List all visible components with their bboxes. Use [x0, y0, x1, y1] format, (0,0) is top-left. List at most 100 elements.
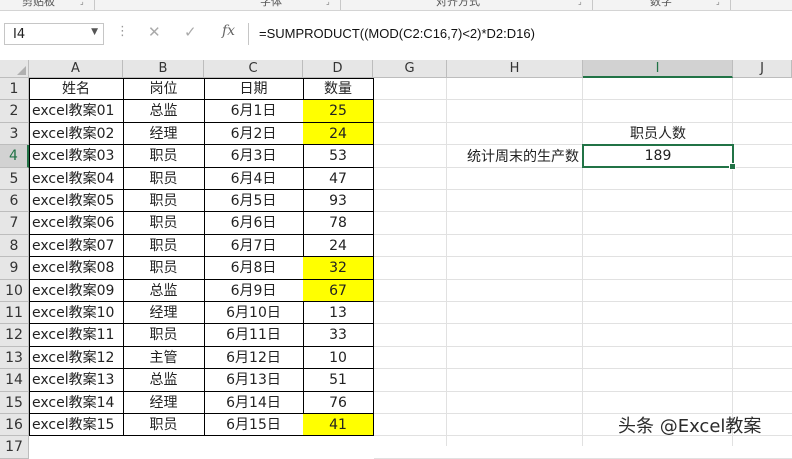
table-cell-qty[interactable]: 32 — [303, 257, 374, 280]
column-header-i[interactable]: I — [583, 60, 733, 78]
row-header-4[interactable]: 4 — [0, 145, 29, 168]
row-header-9[interactable]: 9 — [0, 257, 29, 280]
table-cell-name[interactable]: excel教案08 — [29, 257, 124, 280]
name-box[interactable]: I4 ▼ — [4, 23, 104, 45]
table-cell-qty[interactable]: 33 — [303, 324, 374, 347]
table-cell-post[interactable]: 职员 — [123, 257, 205, 280]
table-cell-post[interactable]: 总监 — [123, 369, 205, 392]
table-cell-qty[interactable]: 53 — [303, 145, 374, 168]
table-cell-qty[interactable]: 13 — [303, 302, 374, 324]
table-header-cell[interactable]: 岗位 — [123, 78, 205, 100]
formula-input[interactable]: =SUMPRODUCT((MOD(C2:C16,7)<2)*D2:D16) — [248, 23, 792, 45]
table-cell-name[interactable]: excel教案14 — [29, 392, 124, 414]
insert-function-icon[interactable]: fx — [222, 23, 235, 39]
table-cell-date[interactable]: 6月13日 — [204, 369, 304, 392]
table-cell-post[interactable]: 职员 — [123, 168, 205, 190]
table-header-cell[interactable]: 数量 — [303, 78, 374, 100]
table-cell-date[interactable]: 6月2日 — [204, 123, 304, 145]
table-cell-date[interactable]: 6月12日 — [204, 347, 304, 369]
table-cell-name[interactable]: excel教案04 — [29, 168, 124, 190]
table-cell-date[interactable]: 6月15日 — [204, 414, 304, 436]
row-header-8[interactable]: 8 — [0, 235, 29, 257]
row-header-13[interactable]: 13 — [0, 347, 29, 369]
select-all-button[interactable] — [0, 60, 29, 78]
table-cell-post[interactable]: 总监 — [123, 100, 205, 123]
row-header-11[interactable]: 11 — [0, 302, 29, 324]
column-header-d[interactable]: D — [303, 60, 373, 78]
table-cell-post[interactable]: 总监 — [123, 280, 205, 302]
ribbon-group-clipboard[interactable]: 剪贴板 — [22, 0, 55, 9]
table-cell-date[interactable]: 6月6日 — [204, 212, 304, 235]
table-cell-qty[interactable]: 10 — [303, 347, 374, 369]
table-cell-post[interactable]: 职员 — [123, 235, 205, 257]
dialog-launcher-icon[interactable]: ⌟ — [326, 0, 330, 6]
table-header-cell[interactable]: 姓名 — [29, 78, 124, 100]
dialog-launcher-icon[interactable]: ⌟ — [80, 0, 84, 6]
table-cell-post[interactable]: 职员 — [123, 190, 205, 212]
column-header-c[interactable]: C — [204, 60, 303, 78]
ribbon-group-number[interactable]: 数字 — [650, 0, 672, 9]
cell-h4-label[interactable]: 统计周末的生产数 — [447, 146, 583, 168]
ribbon-group-alignment[interactable]: 对齐方式 — [436, 0, 480, 9]
chevron-down-icon[interactable]: ▼ — [91, 27, 98, 37]
table-cell-name[interactable]: excel教案09 — [29, 280, 124, 302]
table-cell-qty[interactable]: 51 — [303, 369, 374, 392]
table-cell-qty[interactable]: 47 — [303, 168, 374, 190]
table-cell-date[interactable]: 6月14日 — [204, 392, 304, 414]
table-cell-post[interactable]: 经理 — [123, 392, 205, 414]
worksheet-grid[interactable]: A B C D G H I J 1 2 3 4 5 6 7 8 9 10 11 12 13 14 15 16 1… — [0, 60, 792, 459]
cancel-icon[interactable]: ✕ — [148, 23, 161, 41]
table-cell-date[interactable]: 6月10日 — [204, 302, 304, 324]
table-cell-name[interactable]: excel教案05 — [29, 190, 124, 212]
table-cell-date[interactable]: 6月8日 — [204, 257, 304, 280]
row-header-14[interactable]: 14 — [0, 369, 29, 392]
column-header-a[interactable]: A — [29, 60, 123, 78]
enter-check-icon[interactable]: ✓ — [184, 23, 197, 41]
row-header-12[interactable]: 12 — [0, 324, 29, 347]
table-cell-qty[interactable]: 78 — [303, 212, 374, 235]
row-header-17[interactable]: 17 — [0, 436, 29, 459]
table-header-cell[interactable]: 日期 — [204, 78, 304, 100]
table-cell-date[interactable]: 6月3日 — [204, 145, 304, 168]
column-header-h[interactable]: H — [447, 60, 583, 78]
table-cell-name[interactable]: excel教案02 — [29, 123, 124, 145]
table-cell-qty[interactable]: 25 — [303, 100, 374, 123]
table-cell-name[interactable]: excel教案03 — [29, 145, 124, 168]
dialog-launcher-icon[interactable]: ⌟ — [716, 0, 720, 6]
table-cell-name[interactable]: excel教案06 — [29, 212, 124, 235]
table-cell-date[interactable]: 6月4日 — [204, 168, 304, 190]
table-cell-post[interactable]: 主管 — [123, 347, 205, 369]
table-cell-date[interactable]: 6月5日 — [204, 190, 304, 212]
row-header-5[interactable]: 5 — [0, 168, 29, 190]
table-cell-post[interactable]: 职员 — [123, 324, 205, 347]
table-cell-post[interactable]: 职员 — [123, 212, 205, 235]
dialog-launcher-icon[interactable]: ⌟ — [578, 0, 582, 6]
table-cell-qty[interactable]: 24 — [303, 235, 374, 257]
table-cell-qty[interactable]: 76 — [303, 392, 374, 414]
table-cell-date[interactable]: 6月7日 — [204, 235, 304, 257]
table-cell-date[interactable]: 6月1日 — [204, 100, 304, 123]
table-cell-name[interactable]: excel教案15 — [29, 414, 124, 436]
row-header-16[interactable]: 16 — [0, 414, 29, 436]
table-cell-post[interactable]: 经理 — [123, 123, 205, 145]
table-cell-name[interactable]: excel教案11 — [29, 324, 124, 347]
table-cell-post[interactable]: 经理 — [123, 302, 205, 324]
more-options-icon[interactable]: ⋮ — [116, 24, 129, 39]
row-header-7[interactable]: 7 — [0, 212, 29, 235]
active-cell-i4[interactable]: 189 — [582, 144, 736, 170]
table-cell-date[interactable]: 6月9日 — [204, 280, 304, 302]
table-cell-name[interactable]: excel教案10 — [29, 302, 124, 324]
column-header-b[interactable]: B — [123, 60, 204, 78]
row-header-10[interactable]: 10 — [0, 280, 29, 302]
table-cell-post[interactable]: 职员 — [123, 145, 205, 168]
row-header-1[interactable]: 1 — [0, 78, 29, 100]
row-header-15[interactable]: 15 — [0, 392, 29, 414]
ribbon-group-font[interactable]: 字体 — [260, 0, 282, 9]
table-cell-qty[interactable]: 41 — [303, 414, 374, 436]
table-cell-name[interactable]: excel教案12 — [29, 347, 124, 369]
row-header-6[interactable]: 6 — [0, 190, 29, 212]
table-cell-date[interactable]: 6月11日 — [204, 324, 304, 347]
cell-i3-header[interactable]: 职员人数 — [583, 123, 733, 145]
table-cell-name[interactable]: excel教案07 — [29, 235, 124, 257]
table-cell-post[interactable]: 职员 — [123, 414, 205, 436]
